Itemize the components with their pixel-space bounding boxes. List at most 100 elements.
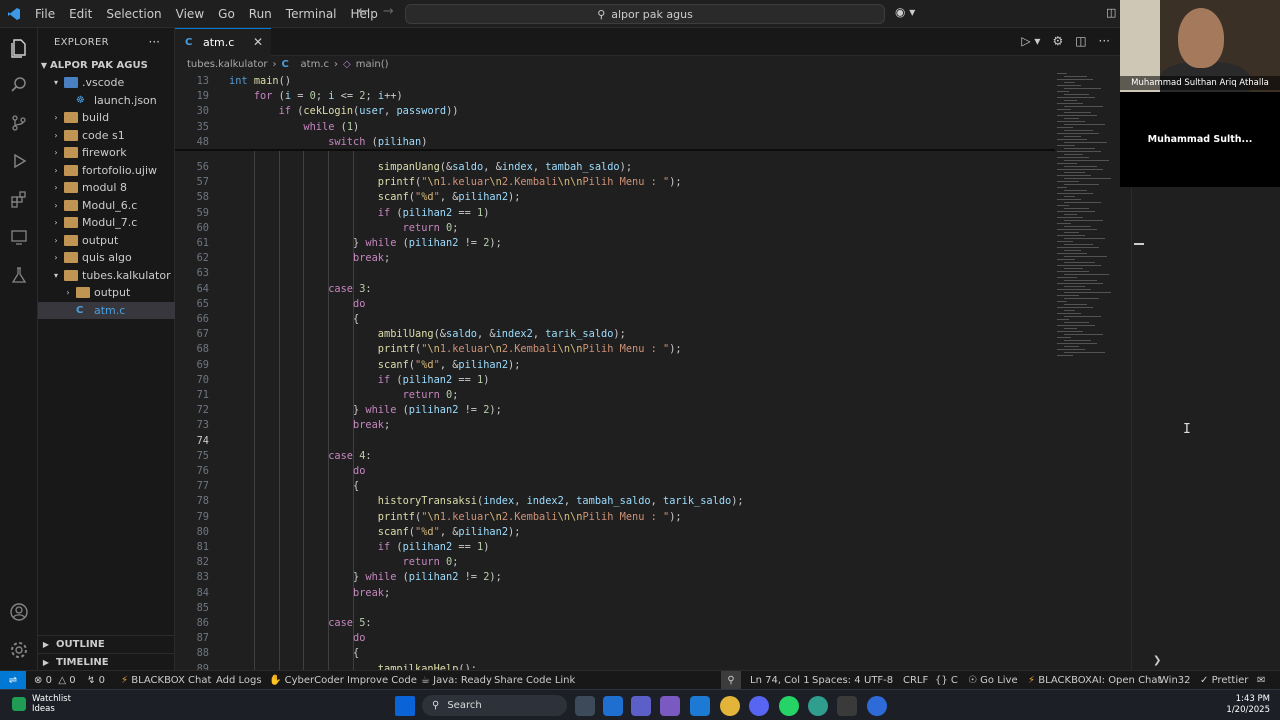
improve-code-button[interactable]: Improve Code — [347, 671, 417, 690]
forward-arrow-icon[interactable]: → — [383, 4, 394, 19]
code-line[interactable]: 19 for (i = 0; i <= 2; i++) — [175, 89, 1055, 105]
java-status[interactable]: ☕ Java: Ready — [421, 671, 492, 690]
zoom-icon[interactable]: ⚲ — [721, 671, 741, 690]
ports-indicator[interactable]: ↯ 0 — [87, 671, 105, 690]
browser-icon[interactable] — [808, 696, 828, 716]
workspace-folder[interactable]: ▼ ALPOR PAK AGUS — [38, 56, 175, 74]
code-line[interactable]: 71 return 0; — [175, 388, 1055, 403]
remote-explorer-icon[interactable] — [7, 225, 31, 249]
layout-toggle-icon[interactable]: ◫ — [1106, 6, 1116, 19]
code-line[interactable]: 62 break; — [175, 251, 1055, 266]
code-line[interactable]: 83 } while (pilihan2 != 2); — [175, 570, 1055, 585]
go-live-button[interactable]: ☉ Go Live — [968, 671, 1018, 690]
more-actions-icon[interactable]: ··· — [149, 35, 160, 49]
platform-status[interactable]: Win32 — [1159, 671, 1191, 690]
code-line[interactable]: 61 } while (pilihan2 != 2); — [175, 236, 1055, 251]
timeline-section[interactable]: ▶ TIMELINE — [38, 653, 175, 671]
more-actions-icon[interactable]: ··· — [1099, 34, 1110, 48]
teams-icon[interactable] — [631, 696, 651, 716]
account-icon[interactable] — [7, 600, 31, 624]
code-line[interactable]: 86 case 5: — [175, 616, 1055, 631]
menu-item-terminal[interactable]: Terminal — [279, 0, 344, 28]
code-line[interactable]: 73 break; — [175, 418, 1055, 433]
code-line[interactable]: 63 — [175, 266, 1055, 281]
tree-item[interactable]: › modul 8 — [38, 179, 175, 196]
menu-item-go[interactable]: Go — [211, 0, 242, 28]
close-icon[interactable]: ✕ — [253, 35, 263, 49]
share-code-link-button[interactable]: Share Code Link — [494, 671, 575, 690]
remote-indicator-icon[interactable]: ⇌ — [0, 671, 26, 690]
code-line[interactable]: 65 do — [175, 297, 1055, 312]
tree-item[interactable]: ▾ .vscode — [38, 74, 175, 91]
code-line[interactable]: 30 if (cekLogin(user, password)) — [175, 104, 1055, 120]
explorer-icon[interactable] — [7, 36, 31, 60]
tree-item[interactable]: › output — [38, 232, 175, 249]
blackboxai-button[interactable]: ⚡ BLACKBOXAI: Open Chat — [1028, 671, 1161, 690]
tree-item[interactable]: › code s1 — [38, 127, 175, 144]
settings-gear-icon[interactable]: ⚙ — [1052, 34, 1063, 48]
tree-item[interactable]: › Modul_7.c — [38, 214, 175, 231]
taskbar-clock[interactable]: 1:43 PM 1/20/2025 — [1200, 694, 1270, 716]
code-line[interactable]: 79 printf("\n1.keluar\n2.Kembali\n\nPili… — [175, 510, 1055, 525]
code-line[interactable]: 76 do — [175, 464, 1055, 479]
settings-gear-icon[interactable] — [7, 638, 31, 662]
zoom-app-icon[interactable] — [867, 696, 887, 716]
cursor-position[interactable]: Ln 74, Col 1 — [750, 671, 810, 690]
code-line[interactable]: 70 if (pilihan2 == 1) — [175, 373, 1055, 388]
tree-item[interactable]: › fortofolio.ujiw — [38, 162, 175, 179]
copilot-icon[interactable]: ◉ ▾ — [895, 5, 915, 19]
taskbar-search[interactable]: ⚲ Search — [422, 695, 567, 716]
code-line[interactable]: 13 int main() — [175, 74, 1055, 90]
menu-item-file[interactable]: File — [28, 0, 62, 28]
code-line[interactable]: 87 do — [175, 631, 1055, 646]
blackbox-chat-button[interactable]: ⚡ BLACKBOX Chat — [121, 671, 211, 690]
code-line[interactable]: 77 { — [175, 479, 1055, 494]
windows-start-icon[interactable] — [395, 696, 415, 716]
minimap[interactable] — [1057, 73, 1117, 363]
menu-item-selection[interactable]: Selection — [99, 0, 168, 28]
chrome-icon[interactable] — [720, 696, 740, 716]
tree-item[interactable]: ☸ launch.json — [38, 92, 175, 109]
code-line[interactable]: 48 switch (pilihan) — [175, 134, 1055, 150]
add-logs-button[interactable]: Add Logs — [216, 671, 262, 690]
code-line[interactable]: 66 { — [175, 312, 1055, 327]
run-icon[interactable]: ▷ ▾ — [1021, 34, 1040, 48]
code-line[interactable]: 57 printf("\n1.keluar\n2.Kembali\n\nPili… — [175, 175, 1055, 190]
chevron-right-icon[interactable]: ❯ — [1153, 655, 1161, 666]
problems-indicator[interactable]: ⊗ 0 △ 0 — [34, 671, 76, 690]
obs-icon[interactable] — [837, 696, 857, 716]
search-icon[interactable] — [7, 73, 31, 97]
tree-item[interactable]: › Modul_6.c — [38, 197, 175, 214]
extensions-icon[interactable] — [7, 187, 31, 211]
tree-item[interactable]: Catm.c — [38, 301, 175, 319]
code-line[interactable]: 60 return 0; — [175, 221, 1055, 236]
watchlist-widget[interactable]: Watchlist Ideas — [12, 694, 71, 714]
vscode-app-icon[interactable] — [690, 696, 710, 716]
notifications-bell-icon[interactable]: ✉ — [1257, 671, 1265, 690]
back-arrow-icon[interactable]: ← — [358, 4, 369, 19]
prettier-status[interactable]: ✓ Prettier — [1200, 671, 1248, 690]
source-control-icon[interactable] — [7, 111, 31, 135]
discord-icon[interactable] — [749, 696, 769, 716]
copilot-app-icon[interactable] — [660, 696, 680, 716]
language-status[interactable]: {} C — [935, 671, 958, 690]
code-line[interactable]: 85 — [175, 601, 1055, 616]
code-line[interactable]: 69 scanf("%d", &pilihan2); — [175, 358, 1055, 373]
tree-item[interactable]: › build — [38, 109, 175, 126]
code-line[interactable]: 75 case 4: — [175, 449, 1055, 464]
breadcrumb-symbol[interactable]: main() — [356, 59, 389, 70]
code-line[interactable]: 68 printf("\n1.keluar\n2.Kembali\n\nPili… — [175, 342, 1055, 357]
code-line[interactable]: 78 historyTransaksi(index, index2, tamba… — [175, 494, 1055, 509]
code-line[interactable]: 35 while (1) — [175, 119, 1055, 135]
code-line[interactable]: 81 if (pilihan2 == 1) — [175, 540, 1055, 555]
code-line[interactable]: 89 tampilkanHelp(); — [175, 662, 1055, 670]
tree-item[interactable]: › firework — [38, 144, 175, 161]
menu-item-view[interactable]: View — [169, 0, 211, 28]
code-line[interactable]: 56 simpanUang(&saldo, &index, tambah_sal… — [175, 160, 1055, 175]
menu-item-edit[interactable]: Edit — [62, 0, 99, 28]
encoding-status[interactable]: UTF-8 — [864, 671, 893, 690]
whatsapp-icon[interactable] — [779, 696, 799, 716]
eol-status[interactable]: CRLF — [903, 671, 928, 690]
code-line[interactable]: 72 } while (pilihan2 != 2); — [175, 403, 1055, 418]
tree-item[interactable]: › output — [38, 284, 175, 301]
